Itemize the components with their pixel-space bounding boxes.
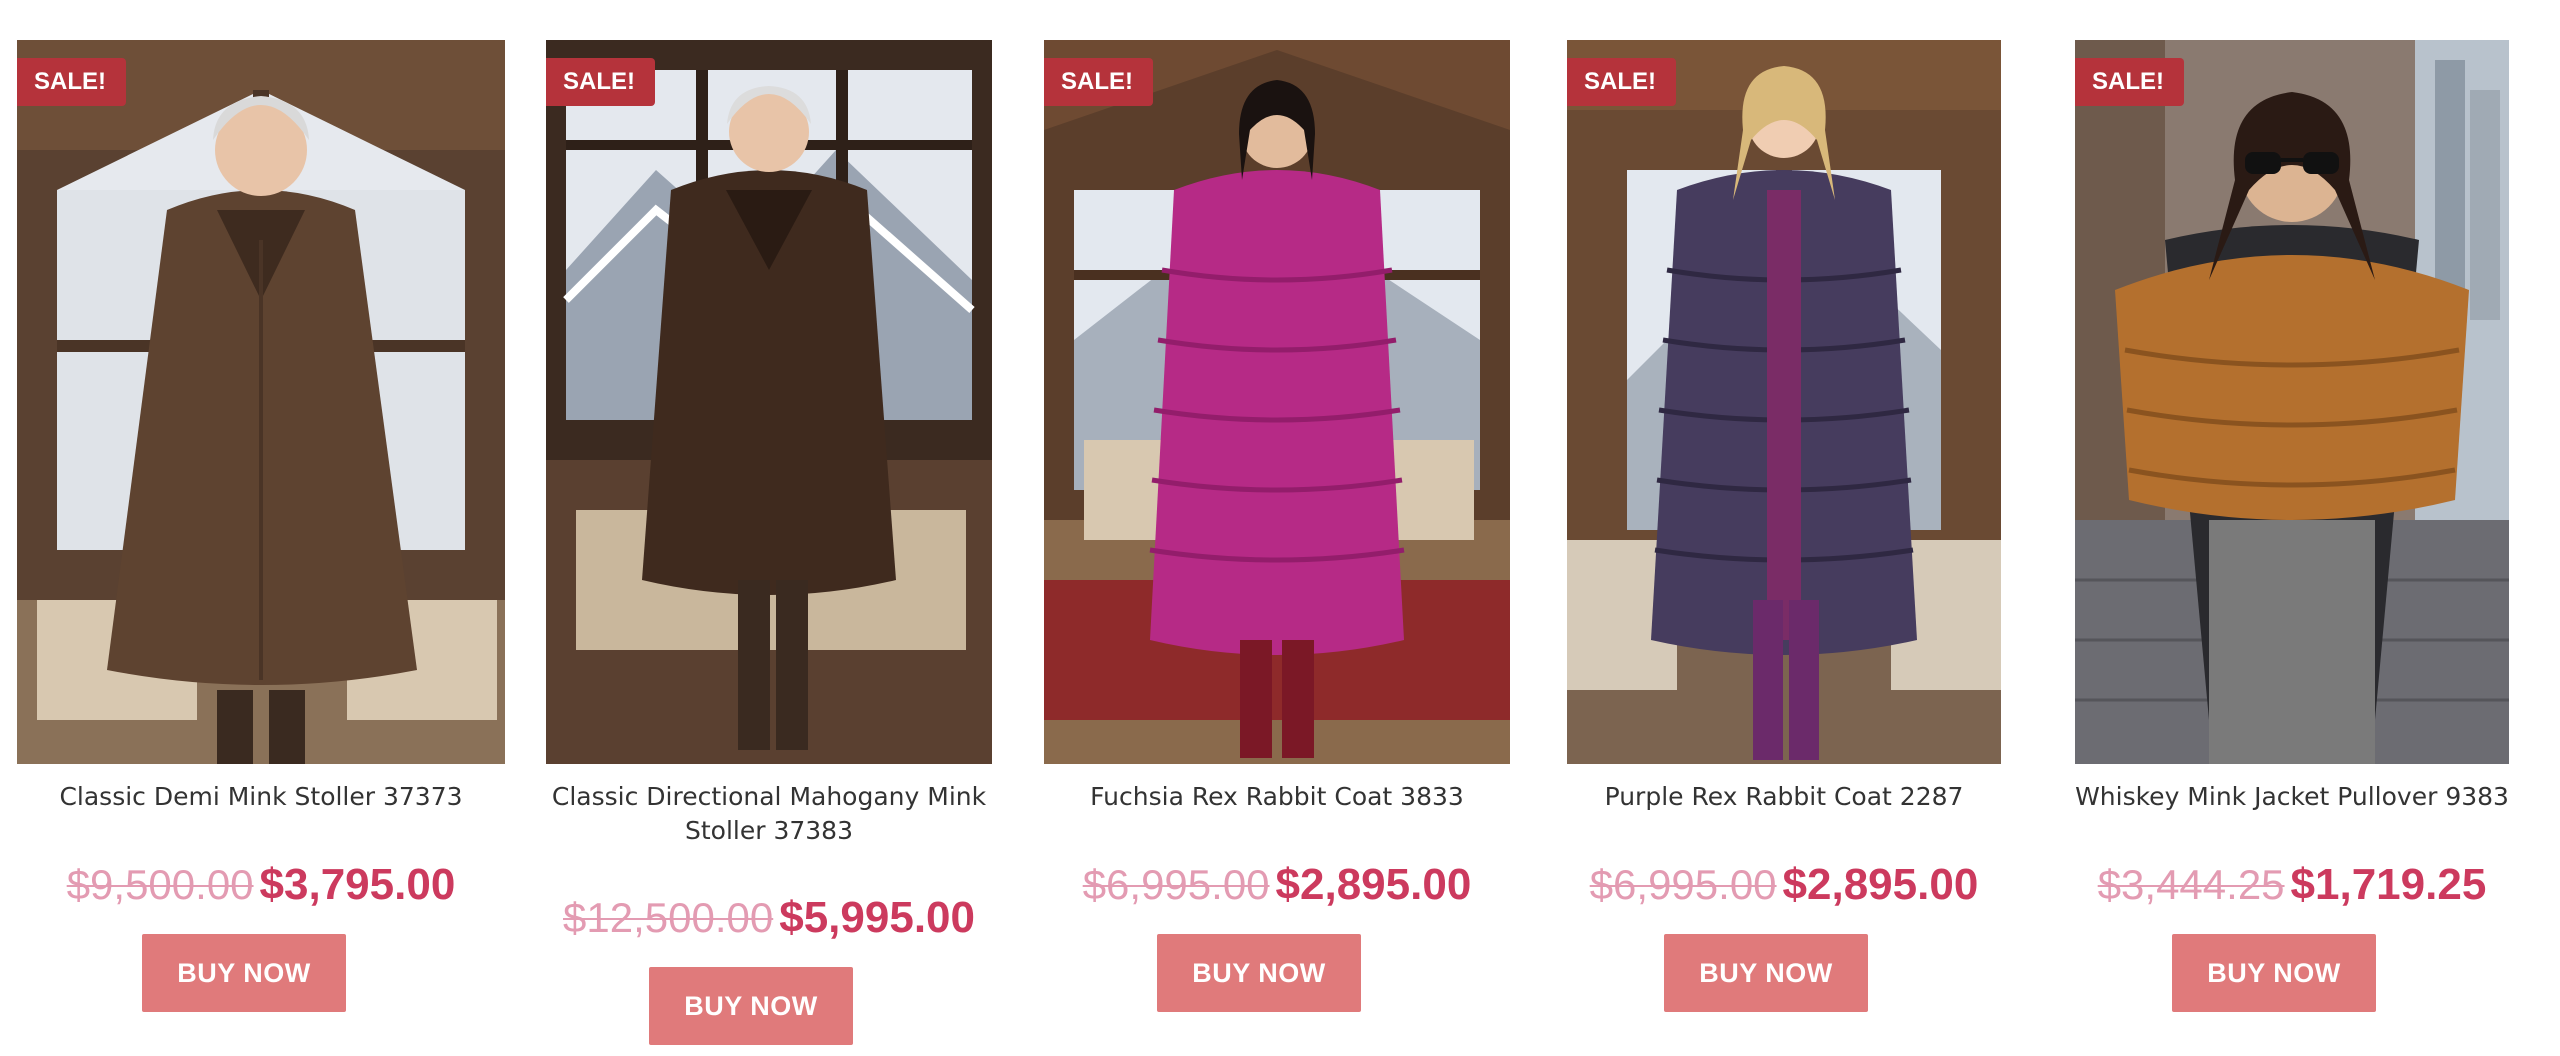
original-price: $6,995.00 [1082, 861, 1270, 908]
product-price: $6,995.00 $2,895.00 [1567, 860, 2001, 910]
product-grid: SALE! Classic Demi Mink Stoller 37373 $9… [0, 0, 2560, 1056]
buy-now-button[interactable]: BUY NOW [142, 934, 346, 1012]
sale-badge: SALE! [2075, 58, 2184, 106]
buy-now-button[interactable]: BUY NOW [2172, 934, 2376, 1012]
sale-badge: SALE! [1044, 58, 1153, 106]
sale-badge: SALE! [17, 58, 126, 106]
product-image[interactable] [17, 40, 505, 764]
sale-price: $2,895.00 [1782, 860, 1979, 909]
sale-price: $5,995.00 [779, 893, 975, 942]
product-price: $9,500.00 $3,795.00 [17, 860, 505, 910]
product-image[interactable] [2075, 40, 2509, 764]
buy-now-button[interactable]: BUY NOW [1157, 934, 1361, 1012]
original-price: $9,500.00 [66, 861, 254, 908]
product-title[interactable]: Purple Rex Rabbit Coat 2287 [1567, 780, 2001, 814]
original-price: $6,995.00 [1589, 861, 1777, 908]
original-price: $3,444.25 [2097, 861, 2285, 908]
product-title[interactable]: Classic Demi Mink Stoller 37373 [17, 780, 505, 814]
product-title[interactable]: Whiskey Mink Jacket Pullover 9383 [2055, 780, 2529, 814]
product-image[interactable] [1044, 40, 1510, 764]
sale-price: $3,795.00 [259, 860, 456, 909]
sale-badge: SALE! [1567, 58, 1676, 106]
product-price: $6,995.00 $2,895.00 [1044, 860, 1510, 910]
sale-price: $2,895.00 [1275, 860, 1472, 909]
product-image[interactable] [546, 40, 992, 764]
original-price: $12,500.00 [563, 894, 774, 941]
sale-badge: SALE! [546, 58, 655, 106]
buy-now-button[interactable]: BUY NOW [649, 967, 853, 1045]
product-image[interactable] [1567, 40, 2001, 764]
buy-now-button[interactable]: BUY NOW [1664, 934, 1868, 1012]
product-price: $3,444.25 $1,719.25 [2055, 860, 2529, 910]
product-title[interactable]: Classic Directional Mahogany Mink Stolle… [546, 780, 992, 848]
sale-price: $1,719.25 [2290, 860, 2487, 909]
product-price: $12,500.00 $5,995.00 [546, 893, 992, 943]
product-title[interactable]: Fuchsia Rex Rabbit Coat 3833 [1044, 780, 1510, 814]
